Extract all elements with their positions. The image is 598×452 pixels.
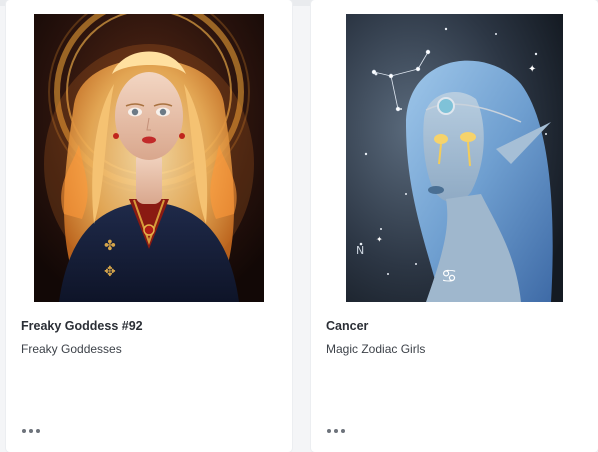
nft-artwork-image[interactable]: ♋ N ✦ ✦ — [346, 14, 563, 302]
collection-name[interactable]: Freaky Goddesses — [21, 342, 122, 356]
svg-text:✦: ✦ — [376, 235, 383, 244]
zodiac-girl-illustration: ♋ N ✦ ✦ — [346, 14, 563, 302]
nft-title[interactable]: Freaky Goddess #92 — [21, 319, 143, 333]
nft-artwork-image[interactable]: ✤ ✥ — [34, 14, 264, 302]
svg-text:♋: ♋ — [441, 266, 457, 287]
more-options-button[interactable] — [20, 424, 42, 438]
nft-title[interactable]: Cancer — [326, 319, 368, 333]
svg-text:✦: ✦ — [528, 64, 536, 75]
goddess-portrait-illustration: ✤ ✥ — [34, 14, 264, 302]
more-options-button[interactable] — [325, 424, 347, 438]
svg-text:✤: ✤ — [104, 238, 116, 254]
svg-text:✥: ✥ — [104, 264, 116, 280]
collection-name[interactable]: Magic Zodiac Girls — [326, 342, 425, 356]
nft-card-freaky-goddess[interactable]: ✤ ✥ Freaky Goddess #92 Freaky Goddesses — [6, 0, 292, 452]
nft-card-cancer[interactable]: ♋ N ✦ ✦ Cancer Magic Zodiac Girls — [311, 0, 598, 452]
svg-text:N: N — [356, 244, 364, 257]
